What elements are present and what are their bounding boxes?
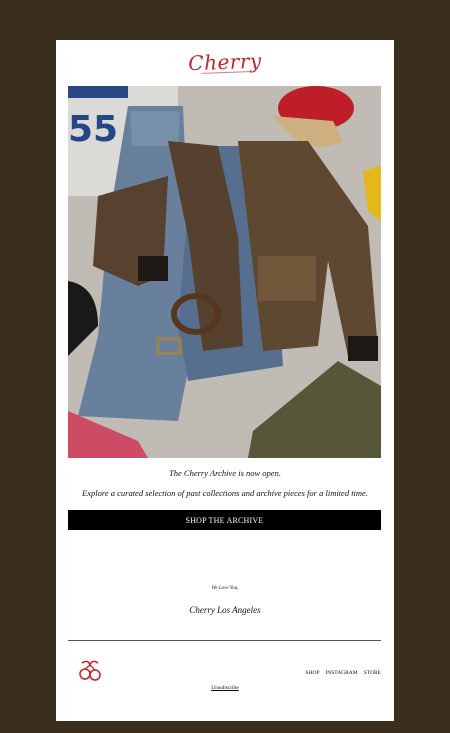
description-text: Explore a curated selection of past coll… [82, 488, 368, 498]
footer-divider [68, 640, 381, 641]
footer-nav: SHOP INSTAGRAM STORE [305, 670, 381, 676]
tagline-text: The Cherry Archive is now open. [169, 468, 281, 478]
footer-link-instagram[interactable]: INSTAGRAM [325, 670, 357, 676]
hero-image[interactable]: 55 [68, 86, 381, 458]
shop-archive-button-label: SHOP THE ARCHIVE [185, 515, 264, 525]
footer-link-store[interactable]: STORE [364, 670, 381, 676]
cherry-mark-svg [79, 660, 101, 681]
unsubscribe-link[interactable]: Unsubscribe [56, 685, 394, 691]
cherry-mark-icon[interactable] [76, 657, 104, 685]
shop-archive-button[interactable]: SHOP THE ARCHIVE [68, 510, 381, 530]
brand-logo[interactable]: Cherry [56, 44, 395, 79]
we-love-you-text: We Love You, [211, 586, 239, 591]
email-card: Cherry 55 The Cherry Archive is now open… [56, 40, 394, 721]
signature-text: Cherry Los Angeles [189, 605, 261, 615]
footer-link-shop[interactable]: SHOP [305, 670, 319, 676]
hero-illustration: 55 [68, 86, 381, 458]
